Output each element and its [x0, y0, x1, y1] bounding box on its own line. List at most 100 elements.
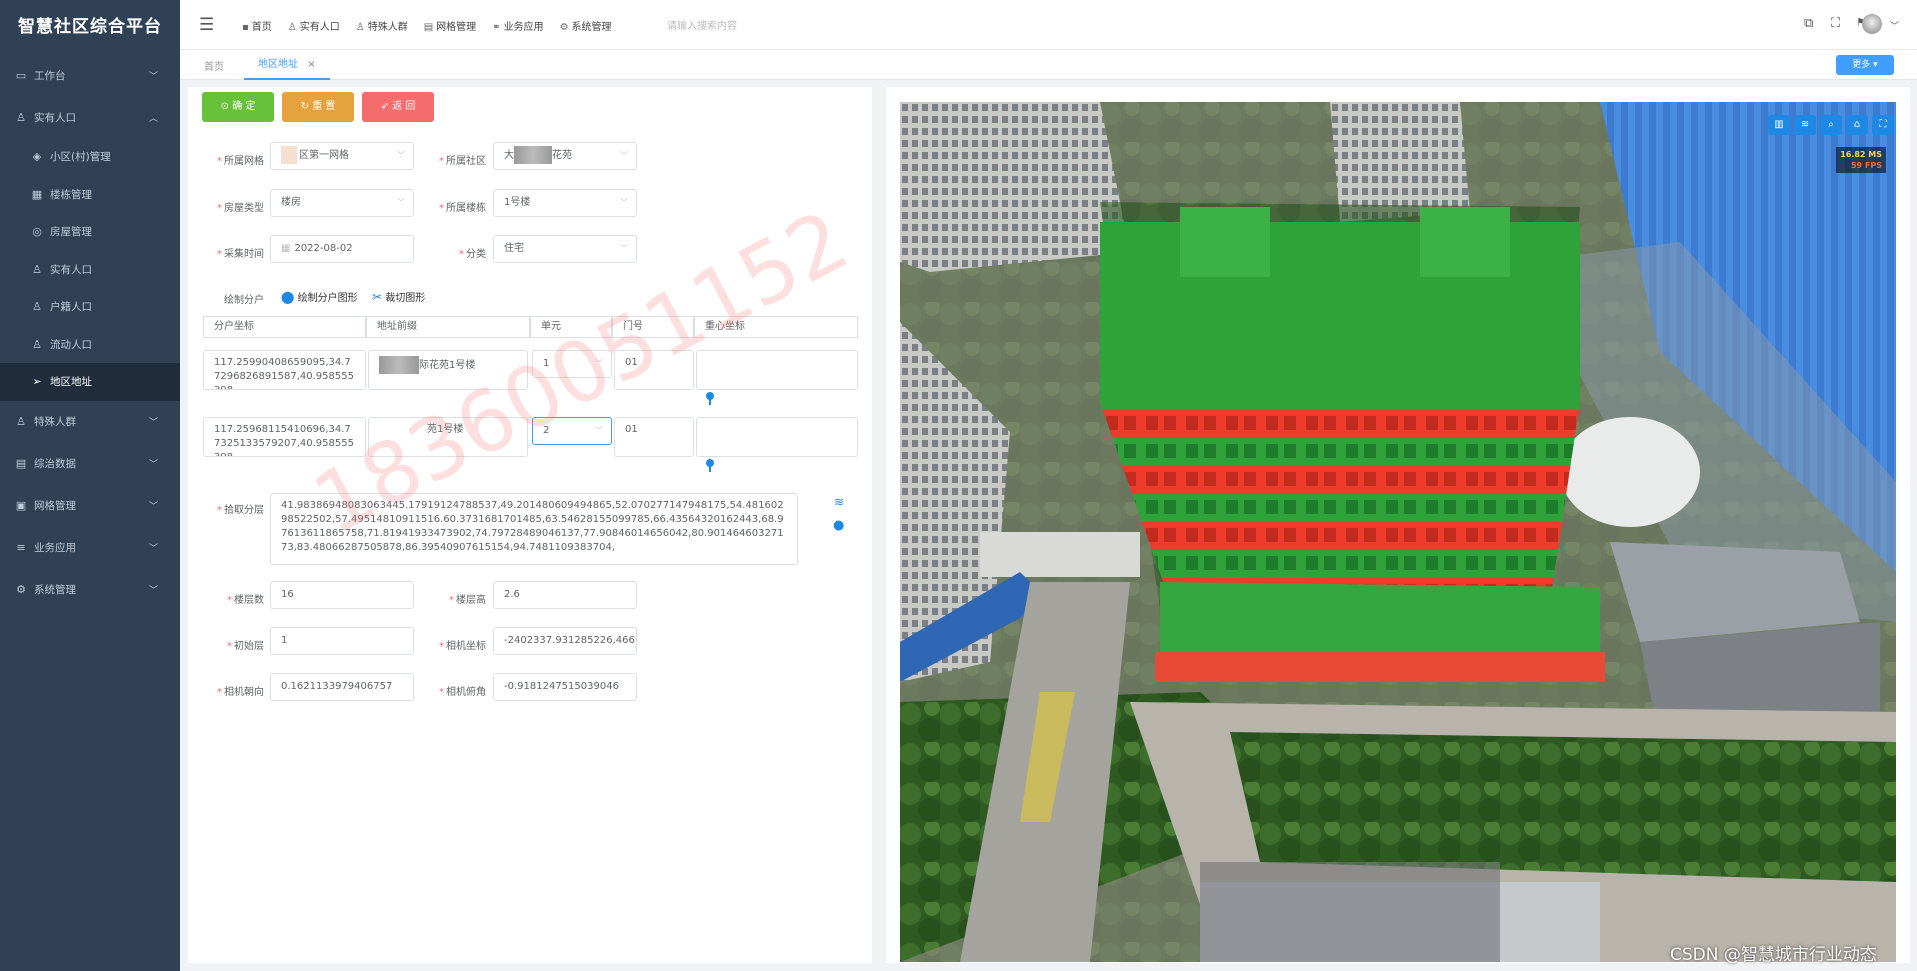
unit-select[interactable]: 1 ﹀	[532, 350, 612, 378]
prefix-value: 际花苑1号楼	[419, 360, 476, 371]
globe-icon[interactable]: ●	[833, 518, 844, 533]
grid-select[interactable]: 区第一网格 ﹀	[270, 142, 414, 170]
select-value: 大	[504, 150, 514, 161]
sidebar-item-label: 地区地址	[50, 376, 92, 389]
back-button[interactable]: ➶ 返 回	[362, 92, 434, 122]
menu-special[interactable]: ♙ 特殊人群 ﹀	[0, 401, 180, 443]
menu-population[interactable]: ♙ 实有人口 ︿	[0, 96, 180, 138]
cut-shape-button[interactable]: ✂ 裁切图形	[372, 289, 425, 304]
category-select[interactable]: 住宅 ﹀	[493, 235, 637, 263]
floor-height-input[interactable]: 2.6	[493, 581, 637, 609]
user-icon: ♙	[32, 337, 42, 351]
sidebar-item-floating[interactable]: ♙ 流动人口	[0, 326, 180, 364]
fullscreen-icon[interactable]: ⛶	[1872, 115, 1894, 135]
menu-system[interactable]: ⚙ 系统管理 ﹀	[0, 569, 180, 611]
chevron-down-icon: ﹀	[148, 502, 158, 512]
screenshot-icon[interactable]: ⧉	[1804, 16, 1813, 31]
coords-textarea[interactable]: 117.25990408659095,34.77296826891587,40.…	[203, 350, 366, 390]
layers-icon[interactable]: ≋	[834, 495, 844, 509]
top-nav-business[interactable]: ⚭ 业务应用	[492, 18, 543, 33]
button-label: 返 回	[392, 101, 416, 112]
user-icon: ♙	[32, 300, 42, 314]
camera-heading-input[interactable]: 0.1621133979406757	[270, 673, 414, 701]
menu-business[interactable]: ≡ 业务应用 ﹀	[0, 527, 180, 569]
start-floor-input[interactable]: 1	[270, 627, 414, 655]
home-icon[interactable]: ⌂	[1846, 115, 1868, 135]
confirm-button[interactable]: ⊙ 确 定	[202, 92, 274, 122]
csdn-watermark: CSDN @智慧城市行业动态	[1670, 945, 1877, 965]
menu-label: 网格管理	[34, 500, 76, 512]
coords-textarea[interactable]: 117.25968115410696,34.77325133579207,40.…	[203, 417, 366, 457]
3d-scene[interactable]: ▥ ≋ ⌕ ⌂ ⛶ 16.82 MS 59 FPS	[900, 102, 1896, 962]
send-icon: ➢	[32, 375, 42, 389]
tab-home[interactable]: 首页	[204, 58, 224, 73]
aerial-scene	[900, 102, 1896, 962]
select-value: 住宅	[504, 243, 524, 254]
collect-time-picker[interactable]: ▦ 2022-08-02	[270, 235, 414, 263]
chart-icon[interactable]: ▥	[1768, 115, 1790, 135]
top-nav-population[interactable]: ♙ 实有人口	[288, 18, 340, 33]
community-select[interactable]: 大 花苑 ﹀	[493, 142, 637, 170]
sidebar-item-population[interactable]: ♙ 实有人口	[0, 251, 180, 289]
category-label: * 分类	[459, 249, 486, 260]
location-pin-icon[interactable]	[706, 459, 714, 472]
center-textarea[interactable]	[696, 350, 858, 390]
sidebar-item-community[interactable]: ◈ 小区(村)管理	[0, 138, 180, 176]
user-icon: ♙	[287, 21, 297, 33]
calendar-icon: ▦	[281, 243, 291, 254]
sidebar-item-registered[interactable]: ♙ 户籍人口	[0, 288, 180, 326]
center-textarea[interactable]	[696, 417, 858, 457]
col-header: 地址前缀	[366, 316, 530, 338]
prefix-textarea[interactable]: 苑1号楼	[368, 417, 528, 457]
sidebar-item-building[interactable]: ▦ 楼栋管理	[0, 176, 180, 214]
menu-workbench[interactable]: ▭ 工作台 ﹀	[0, 54, 180, 96]
tag-icon: ◈	[32, 150, 42, 164]
draw-shape-label: 绘制分户图形	[297, 293, 358, 304]
location-pin-icon[interactable]	[706, 392, 714, 405]
chevron-down-icon[interactable]: ﹀	[1890, 19, 1899, 32]
chevron-down-icon: ﹀	[397, 198, 405, 207]
sidebar-item-label: 楼栋管理	[50, 188, 92, 201]
nav-label: 网格管理	[436, 21, 477, 33]
building-select[interactable]: 1号楼 ﹀	[493, 189, 637, 217]
unit-select[interactable]: 2 ﹀	[532, 417, 612, 445]
house-type-select[interactable]: 楼房 ﹀	[270, 189, 414, 217]
tags-view: 首页 地区地址 × 更多 ▾	[180, 50, 1917, 80]
gear-icon: ⚙	[16, 583, 26, 596]
door-textarea[interactable]: 01	[614, 417, 694, 457]
camera-pitch-input[interactable]: -0.9181247515039046	[493, 673, 637, 701]
door-textarea[interactable]: 01	[614, 350, 694, 390]
reset-button[interactable]: ↻ 重 置	[282, 92, 354, 122]
search-input[interactable]: 请输入搜索内容	[667, 17, 737, 32]
tab-address[interactable]: 地区地址 ×	[244, 50, 330, 80]
layers-textarea[interactable]: 41.98386948083063445.17919124788537,49.2…	[270, 493, 798, 565]
hamburger-icon[interactable]: ☰	[199, 15, 214, 35]
more-button[interactable]: 更多 ▾	[1836, 55, 1894, 75]
monitor-icon: ▭	[15, 68, 27, 82]
menu-label: 系统管理	[34, 584, 76, 596]
fullscreen-icon[interactable]: ⛶	[1831, 16, 1840, 31]
layers-label: * 拾取分层	[217, 505, 264, 516]
scissors-icon: ✂	[372, 290, 383, 304]
menu-label: 工作台	[34, 69, 66, 82]
chevron-down-icon: ﹀	[148, 418, 158, 428]
floor-count-input[interactable]: 16	[270, 581, 414, 609]
close-icon[interactable]: ×	[307, 59, 315, 70]
layers-icon[interactable]: ≋	[1794, 115, 1816, 135]
top-nav-home[interactable]: ▪ 首页	[242, 18, 272, 33]
top-nav-special[interactable]: ♙ 特殊人群	[356, 18, 408, 33]
menu-grid[interactable]: ▣ 网格管理 ﹀	[0, 485, 180, 527]
zoom-icon[interactable]: ⌕	[1820, 115, 1842, 135]
top-nav-system[interactable]: ⚙ 系统管理	[560, 18, 612, 33]
sidebar-item-address[interactable]: ➢ 地区地址	[0, 363, 180, 401]
camera-coord-input[interactable]: -2402337.931285226,466	[493, 627, 637, 655]
sidebar-item-house[interactable]: ◎ 房屋管理	[0, 213, 180, 251]
ms-readout: 16.82 MS	[1840, 150, 1882, 159]
camera-coord-label: * 相机坐标	[439, 641, 486, 652]
menu-label: 特殊人群	[34, 416, 76, 428]
prefix-textarea[interactable]: 际花苑1号楼	[368, 350, 528, 390]
draw-shape-button[interactable]: ⬤ 绘制分户图形	[281, 289, 358, 304]
menu-data[interactable]: ▤ 综治数据 ﹀	[0, 443, 180, 485]
top-nav-grid[interactable]: ▤ 网格管理	[424, 18, 476, 33]
avatar[interactable]	[1862, 14, 1882, 34]
